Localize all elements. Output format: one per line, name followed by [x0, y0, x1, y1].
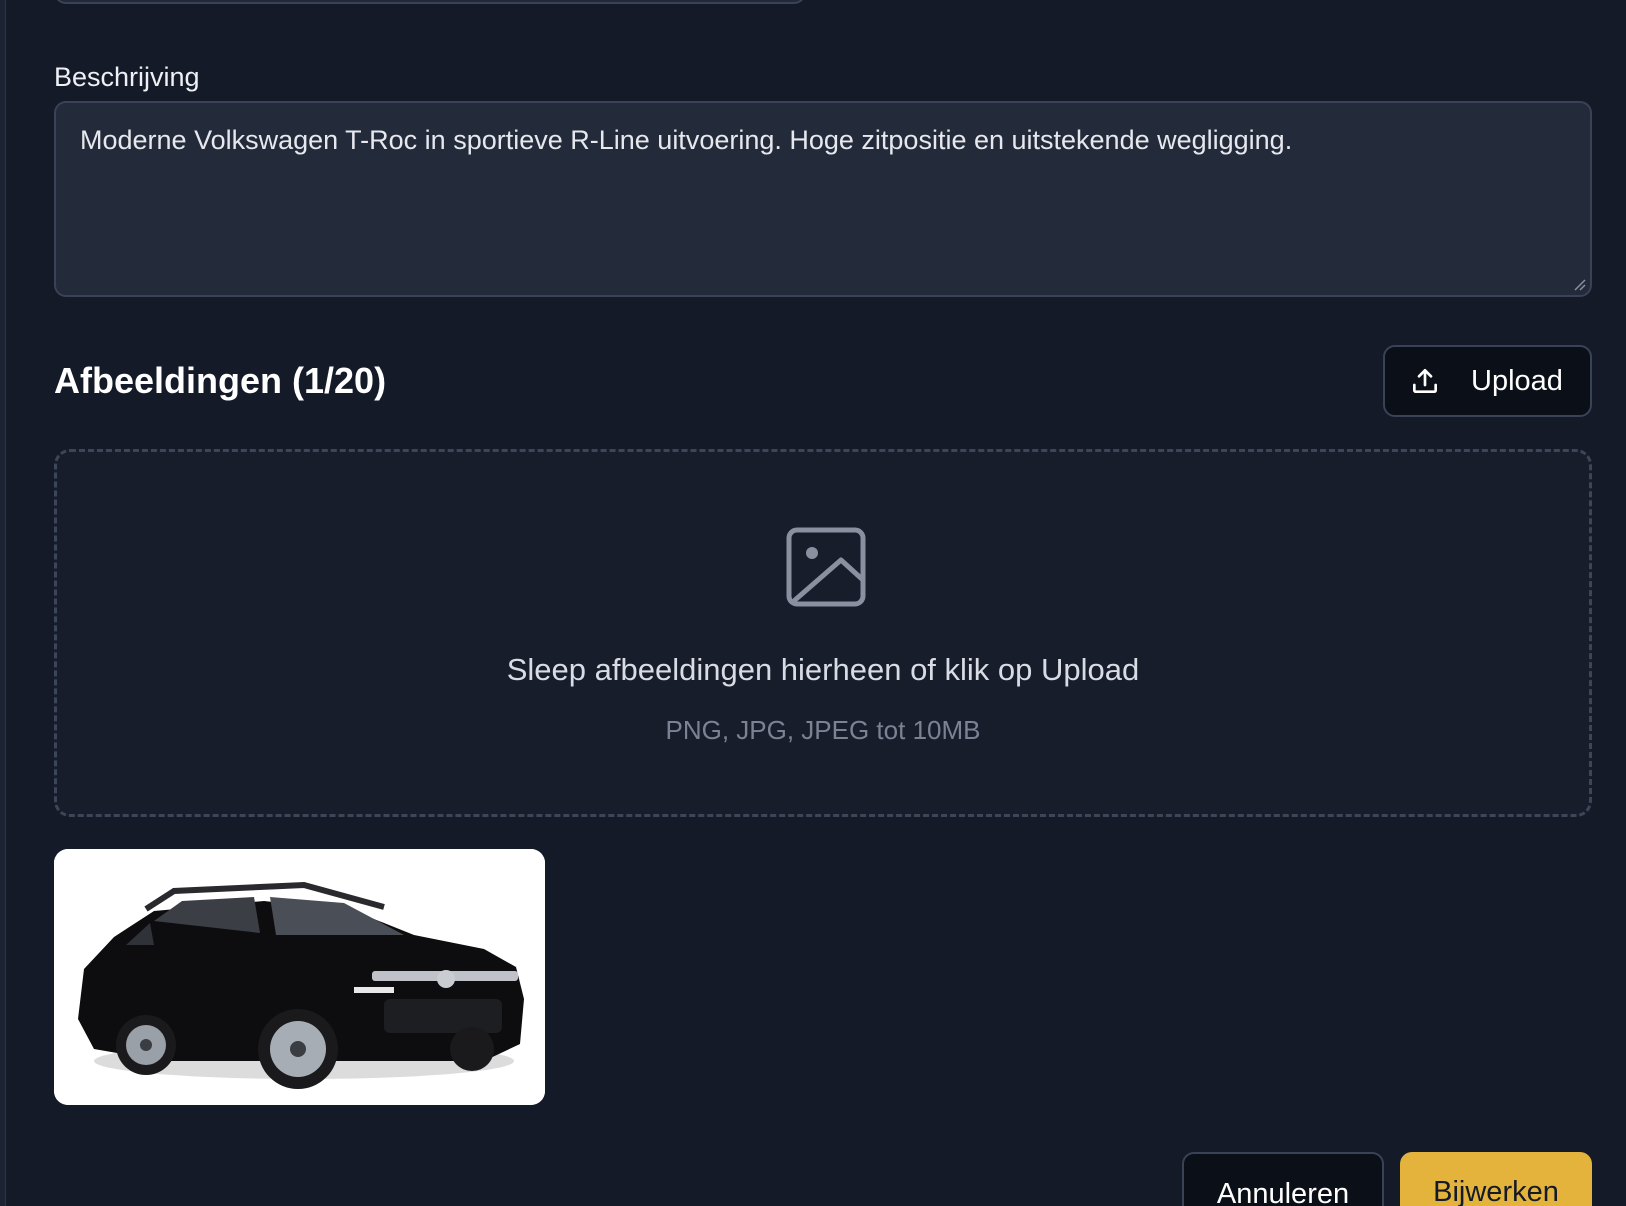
cancel-button[interactable]: Annuleren: [1182, 1152, 1384, 1206]
upload-button[interactable]: Upload: [1383, 345, 1592, 417]
car-image: [54, 849, 545, 1105]
previous-input-field[interactable]: [54, 0, 806, 4]
upload-button-label: Upload: [1471, 364, 1563, 397]
description-textarea[interactable]: Moderne Volkswagen T-Roc in sportieve R-…: [56, 103, 1590, 295]
resize-grip-icon[interactable]: [1572, 277, 1586, 291]
image-dropzone[interactable]: Sleep afbeeldingen hierheen of klik op U…: [54, 449, 1592, 817]
update-button[interactable]: Bijwerken: [1400, 1152, 1592, 1206]
upload-icon: [1413, 369, 1437, 393]
dropzone-instructions: Sleep afbeeldingen hierheen of klik op U…: [506, 652, 1140, 687]
images-section-title: Afbeeldingen (1/20): [54, 360, 387, 401]
image-placeholder-icon: [786, 527, 866, 607]
description-label: Beschrijving: [54, 62, 200, 92]
dropzone-file-hint: PNG, JPG, JPEG tot 10MB: [665, 715, 981, 745]
description-textarea-container: Moderne Volkswagen T-Roc in sportieve R-…: [54, 101, 1592, 297]
edit-vehicle-form: Beschrijving Moderne Volkswagen T-Roc in…: [0, 0, 1626, 1206]
image-thumbnail[interactable]: [54, 849, 545, 1105]
sidebar-edge: [0, 0, 6, 1206]
